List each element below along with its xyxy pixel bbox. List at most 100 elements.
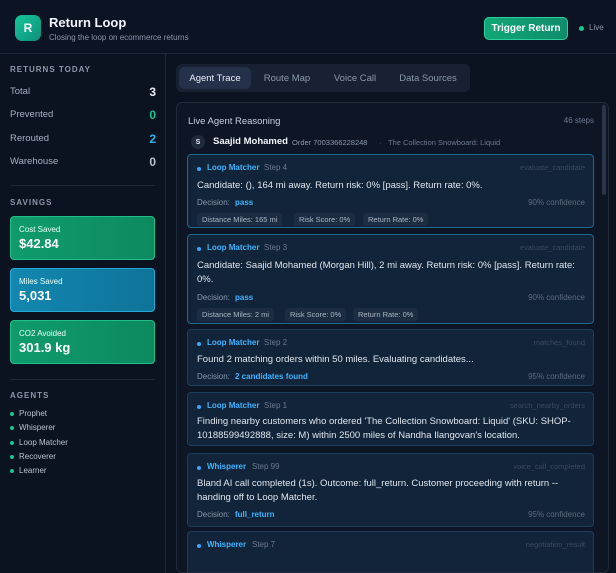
sidebar-divider bbox=[10, 379, 155, 380]
stat-value: 3 bbox=[149, 85, 156, 99]
stat-value: 0 bbox=[149, 108, 156, 122]
step-description: Finding nearby customers who ordered 'Th… bbox=[197, 416, 571, 441]
order-number: Order 7003366228248 bbox=[292, 138, 368, 147]
step-agent-name: Loop Matcher bbox=[207, 243, 260, 252]
step-number: Step 4 bbox=[264, 163, 288, 172]
trace-step-card[interactable]: Loop Matcher Step 3 evaluate_candidate C… bbox=[187, 234, 594, 324]
agent-status-dot-icon bbox=[10, 426, 14, 430]
savings-value: $42.84 bbox=[19, 236, 59, 251]
metric-chip: Risk Score: 0% bbox=[294, 213, 356, 226]
agents-title: AGENTS bbox=[10, 391, 50, 400]
trace-step-card[interactable]: Whisperer Step 7 negotiation_result bbox=[187, 531, 594, 572]
miles-saved-card: Miles Saved 5,031 bbox=[10, 268, 155, 312]
trigger-return-button[interactable]: Trigger Return bbox=[484, 17, 568, 40]
sidebar: RETURNS TODAY Total 3 Prevented 0 Rerout… bbox=[0, 54, 166, 573]
step-number: Step 99 bbox=[252, 462, 280, 471]
stat-label: Rerouted bbox=[10, 133, 50, 144]
product-name: The Collection Snowboard: Liquid bbox=[388, 138, 501, 147]
cost-saved-card: Cost Saved $42.84 bbox=[10, 216, 155, 260]
decision-label: Decision: bbox=[197, 198, 230, 207]
decision-value: full_return bbox=[235, 510, 275, 519]
live-status-dot-icon bbox=[579, 26, 584, 31]
stat-label: Prevented bbox=[10, 109, 54, 120]
step-action: evaluate_candidate bbox=[519, 243, 585, 252]
step-action: search_nearby_orders bbox=[509, 401, 585, 410]
metric-chip: Distance Miles: 165 mi bbox=[197, 213, 283, 226]
panel-title: Live Agent Reasoning bbox=[188, 116, 281, 127]
tab-voice-call[interactable]: Voice Call bbox=[323, 67, 387, 89]
step-agent-name: Loop Matcher bbox=[207, 401, 260, 410]
co2-avoided-card: CO2 Avoided 301.9 kg bbox=[10, 320, 155, 364]
step-agent-name: Whisperer bbox=[207, 462, 247, 471]
confidence-value: 95% confidence bbox=[528, 372, 585, 381]
live-status-label: Live bbox=[589, 23, 604, 32]
app-subtitle: Closing the loop on ecommerce returns bbox=[49, 33, 189, 42]
confidence-value: 90% confidence bbox=[528, 198, 585, 207]
step-description: Candidate: (), 164 mi away. Return risk:… bbox=[197, 180, 483, 191]
separator: · bbox=[379, 138, 382, 147]
step-action: negotiation_result bbox=[525, 540, 585, 549]
stat-value: 0 bbox=[149, 155, 156, 169]
scrollbar-thumb[interactable] bbox=[602, 105, 606, 195]
metric-chip: Risk Score: 0% bbox=[285, 308, 347, 321]
tab-route-map[interactable]: Route Map bbox=[255, 67, 319, 89]
agent-name: Learner bbox=[19, 466, 47, 475]
confidence-value: 95% confidence bbox=[528, 510, 585, 519]
stat-label: Total bbox=[10, 86, 31, 97]
agent-trace-panel[interactable]: Live Agent Reasoning 46 steps S Saajid M… bbox=[176, 102, 609, 573]
app-title: Return Loop bbox=[49, 15, 127, 30]
agent-status-dot-icon bbox=[10, 441, 14, 445]
savings-label: Cost Saved bbox=[19, 225, 61, 234]
trace-step-card[interactable]: Whisperer Step 99 voice_call_completed B… bbox=[187, 453, 594, 527]
step-description: Bland AI call completed (1s). Outcome: f… bbox=[197, 478, 559, 503]
returns-today-title: RETURNS TODAY bbox=[10, 65, 92, 74]
agent-dot-icon bbox=[197, 167, 201, 171]
savings-label: Miles Saved bbox=[19, 277, 63, 286]
agent-dot-icon bbox=[197, 247, 201, 251]
decision-value: 2 candidates found bbox=[235, 372, 308, 381]
step-agent-name: Loop Matcher bbox=[207, 338, 260, 347]
metric-chip: Return Rate: 0% bbox=[353, 308, 419, 321]
step-description: Found 2 matching orders within 50 miles.… bbox=[197, 354, 474, 365]
stat-total: Total 3 bbox=[10, 85, 156, 100]
decision-label: Decision: bbox=[197, 293, 230, 302]
trace-step-card[interactable]: Loop Matcher Step 1 search_nearby_orders… bbox=[187, 392, 594, 446]
step-number: Step 7 bbox=[252, 540, 276, 549]
agent-status-dot-icon bbox=[10, 469, 14, 473]
decision-value: pass bbox=[235, 293, 254, 302]
confidence-value: 90% confidence bbox=[528, 293, 585, 302]
stat-value: 2 bbox=[149, 132, 156, 146]
decision-label: Decision: bbox=[197, 510, 230, 519]
stat-prevented: Prevented 0 bbox=[10, 108, 156, 123]
step-agent-name: Whisperer bbox=[207, 540, 247, 549]
step-number: Step 2 bbox=[264, 338, 288, 347]
agent-name: Whisperer bbox=[19, 423, 56, 432]
step-action: matches_found bbox=[533, 338, 585, 347]
customer-name: Saajid Mohamed bbox=[213, 136, 288, 147]
customer-avatar: S bbox=[191, 135, 205, 149]
agent-dot-icon bbox=[197, 342, 201, 346]
agent-dot-icon bbox=[197, 405, 201, 409]
savings-value: 301.9 kg bbox=[19, 340, 71, 355]
trace-step-card[interactable]: Loop Matcher Step 2 matches_found Found … bbox=[187, 329, 594, 386]
step-description: Candidate: Saajid Mohamed (Morgan Hill),… bbox=[197, 260, 575, 285]
step-action: evaluate_candidate bbox=[519, 163, 585, 172]
view-tabs: Agent Trace Route Map Voice Call Data So… bbox=[176, 64, 470, 92]
tab-agent-trace[interactable]: Agent Trace bbox=[179, 67, 251, 89]
trace-step-card[interactable]: Loop Matcher Step 4 evaluate_candidate C… bbox=[187, 154, 594, 228]
savings-title: SAVINGS bbox=[10, 198, 53, 207]
metric-chip: Return Rate: 0% bbox=[363, 213, 429, 226]
stat-warehouse: Warehouse 0 bbox=[10, 155, 156, 170]
savings-value: 5,031 bbox=[19, 288, 52, 303]
steps-count: 46 steps bbox=[563, 116, 594, 125]
step-action: voice_call_completed bbox=[513, 462, 585, 471]
sidebar-divider bbox=[10, 185, 155, 186]
decision-label: Decision: bbox=[197, 372, 230, 381]
stat-label: Warehouse bbox=[10, 156, 59, 167]
step-agent-name: Loop Matcher bbox=[207, 163, 260, 172]
metric-chip: Distance Miles: 2 mi bbox=[197, 308, 275, 321]
agent-status-dot-icon bbox=[10, 455, 14, 459]
agent-dot-icon bbox=[197, 466, 201, 470]
tab-data-sources[interactable]: Data Sources bbox=[391, 67, 465, 89]
agent-name: Prophet bbox=[19, 409, 48, 418]
